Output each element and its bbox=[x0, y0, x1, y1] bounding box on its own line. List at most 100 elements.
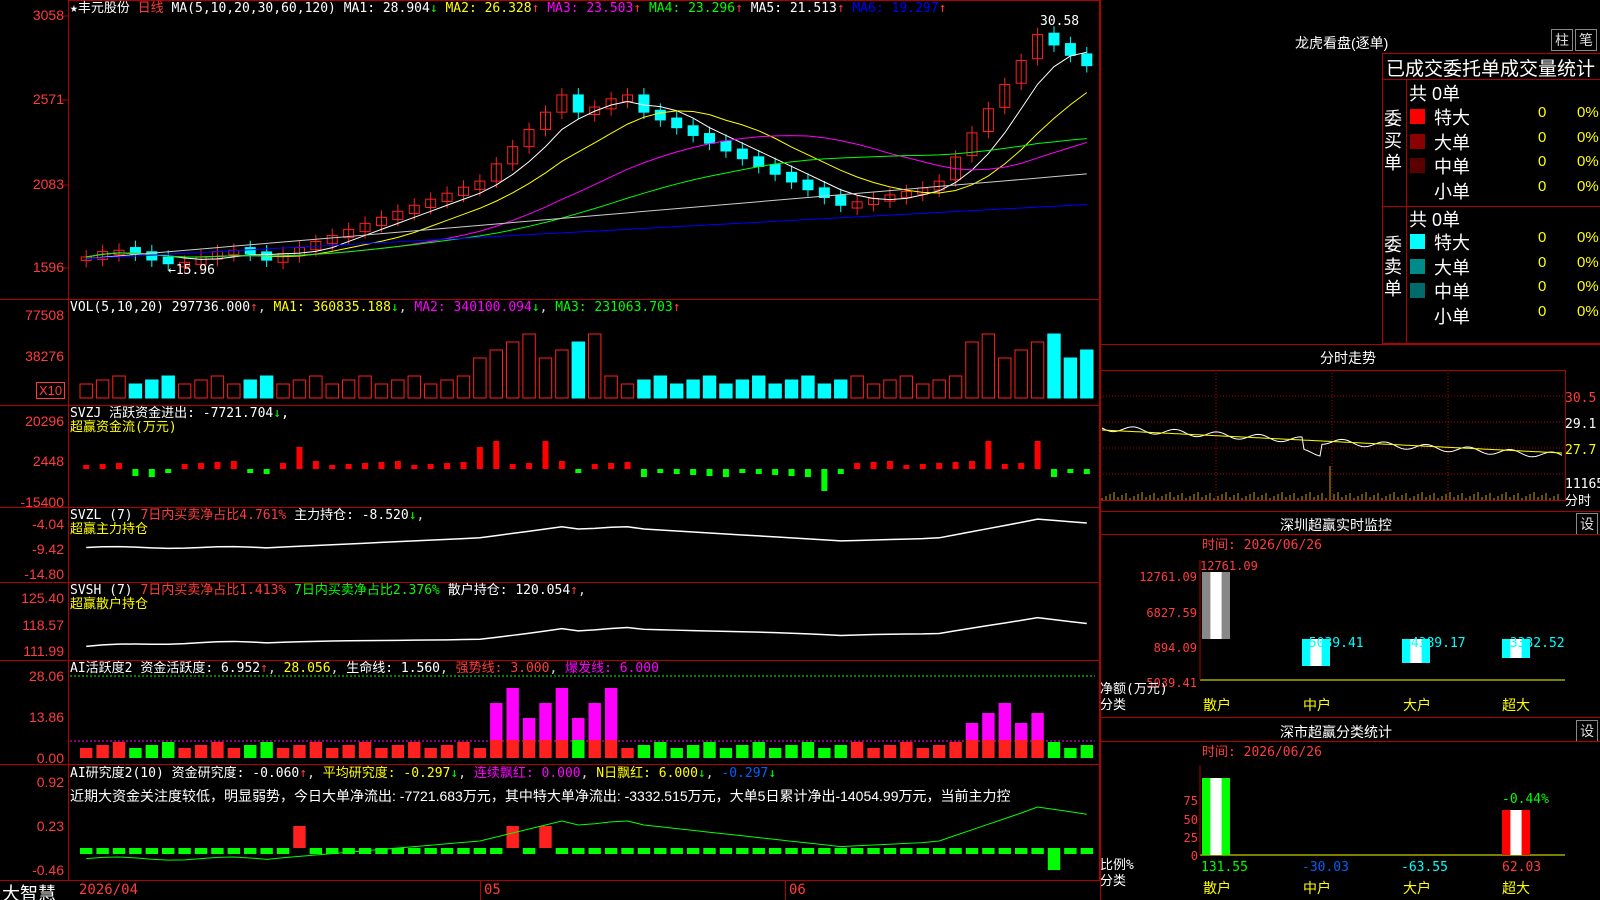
research-bar bbox=[719, 848, 733, 854]
volume-bar bbox=[916, 383, 930, 399]
flow-bar bbox=[83, 465, 90, 469]
candle-body bbox=[654, 109, 666, 121]
svzj-tick: 20296 bbox=[25, 413, 64, 429]
tab-header[interactable]: 已成交委托单成交量统计 bbox=[1386, 54, 1595, 81]
research-bar bbox=[408, 848, 421, 854]
period-label[interactable]: 日线 bbox=[138, 1, 164, 16]
order-row-count: 0 bbox=[1538, 177, 1547, 195]
ai-bar bbox=[473, 748, 487, 758]
ai-bar bbox=[522, 718, 536, 740]
star-icon[interactable]: ★ bbox=[70, 1, 78, 16]
volume-bar bbox=[145, 379, 159, 399]
x-label: 2026/04 bbox=[79, 882, 139, 898]
research-bar bbox=[424, 848, 437, 854]
flow-bar bbox=[640, 469, 647, 477]
intraday-chart[interactable] bbox=[1100, 370, 1600, 510]
ai-bar bbox=[408, 742, 421, 758]
volume-bar bbox=[292, 379, 307, 399]
flow-bar bbox=[362, 463, 369, 469]
monitor-tick: 6827.59 bbox=[1146, 606, 1197, 620]
volume-bar bbox=[637, 379, 651, 399]
main-chart-area[interactable] bbox=[0, 0, 1100, 900]
research-bar bbox=[834, 848, 847, 854]
volume-bar bbox=[259, 375, 274, 399]
flow-bar bbox=[181, 464, 188, 469]
research-bar bbox=[522, 848, 536, 854]
monitor-tick: 894.09 bbox=[1153, 641, 1197, 655]
monitor-category: 超大 bbox=[1502, 698, 1530, 714]
volume-bar bbox=[522, 333, 536, 399]
order-row-pct: 0% bbox=[1577, 302, 1599, 320]
svsh-sub: 超赢散户持仓 bbox=[70, 597, 149, 612]
flow-bar bbox=[903, 465, 910, 469]
vol-tick: 77508 bbox=[25, 307, 64, 323]
ai-bar bbox=[916, 748, 929, 758]
svsh-tick: 118.57 bbox=[22, 617, 64, 633]
ai-bar bbox=[850, 742, 864, 758]
flow-bar bbox=[821, 469, 828, 491]
flow-bar bbox=[165, 469, 172, 473]
candle-body bbox=[720, 140, 732, 152]
class-value: -30.03 bbox=[1302, 860, 1349, 875]
order-row-name: 小单 bbox=[1434, 306, 1470, 327]
flow-bar bbox=[312, 461, 319, 469]
research-bar bbox=[982, 848, 995, 854]
flow-bar bbox=[657, 469, 664, 473]
ma-params: MA(5,10,20,30,60,120) bbox=[171, 1, 336, 16]
volume-bar bbox=[719, 383, 733, 399]
ai-bar bbox=[358, 742, 372, 758]
candle-body bbox=[736, 148, 748, 160]
class-category: 大户 bbox=[1403, 881, 1431, 897]
research-bar bbox=[194, 848, 208, 854]
research-bar bbox=[1047, 848, 1061, 870]
svzj-tick: -15400 bbox=[20, 494, 64, 510]
flow-bar bbox=[690, 469, 697, 475]
research-bar bbox=[227, 848, 241, 854]
order-row-count: 0 bbox=[1538, 104, 1547, 121]
candle-body bbox=[1048, 32, 1060, 46]
class-settings-button[interactable]: 设 bbox=[1576, 720, 1598, 742]
air-tick: -0.46 bbox=[32, 862, 64, 878]
volume-bar bbox=[95, 379, 110, 399]
flow-bar bbox=[591, 464, 598, 469]
flow-bar bbox=[247, 469, 254, 473]
ai-bar bbox=[604, 688, 618, 740]
order-row-count: 0 bbox=[1538, 153, 1547, 170]
divider bbox=[1406, 79, 1407, 344]
intraday-title: 分时走势 bbox=[1320, 350, 1376, 366]
ai-bar bbox=[998, 740, 1011, 758]
research-bar bbox=[539, 826, 552, 848]
tick-mode-button[interactable]: 笔 bbox=[1575, 29, 1597, 51]
volume-bar bbox=[850, 375, 864, 399]
bar-highlight bbox=[1510, 810, 1522, 855]
ai-bar bbox=[1047, 742, 1061, 758]
candle-body bbox=[786, 171, 798, 183]
ai-bar bbox=[96, 745, 109, 758]
volume-bar bbox=[948, 375, 963, 399]
ai-bar bbox=[670, 748, 683, 758]
ai-bar bbox=[1080, 745, 1093, 758]
flow-bar bbox=[1050, 469, 1057, 477]
candle-body bbox=[1064, 43, 1076, 56]
monitor-settings-button[interactable]: 设 bbox=[1576, 513, 1598, 535]
ai-bar bbox=[932, 745, 946, 758]
color-swatch bbox=[1410, 109, 1425, 124]
order-row-pct: 0% bbox=[1577, 229, 1599, 246]
research-bar bbox=[588, 848, 601, 854]
volume-bars bbox=[79, 333, 1094, 399]
volume-bar bbox=[374, 383, 389, 399]
flow-bar bbox=[739, 469, 746, 473]
divider bbox=[1100, 344, 1600, 345]
order-row-count: 0 bbox=[1538, 278, 1547, 295]
bar-mode-button[interactable]: 柱 bbox=[1551, 29, 1573, 51]
divider bbox=[1100, 511, 1600, 512]
research-bar bbox=[391, 848, 405, 854]
flow-bar bbox=[1067, 469, 1074, 473]
volume-bar bbox=[341, 379, 356, 399]
volume-bar bbox=[981, 333, 996, 399]
ai-bar bbox=[900, 742, 913, 758]
candle-body bbox=[704, 133, 716, 144]
class-value: -63.55 bbox=[1401, 860, 1448, 875]
order-row-pct: 0% bbox=[1577, 177, 1599, 195]
research-bar bbox=[162, 848, 175, 854]
